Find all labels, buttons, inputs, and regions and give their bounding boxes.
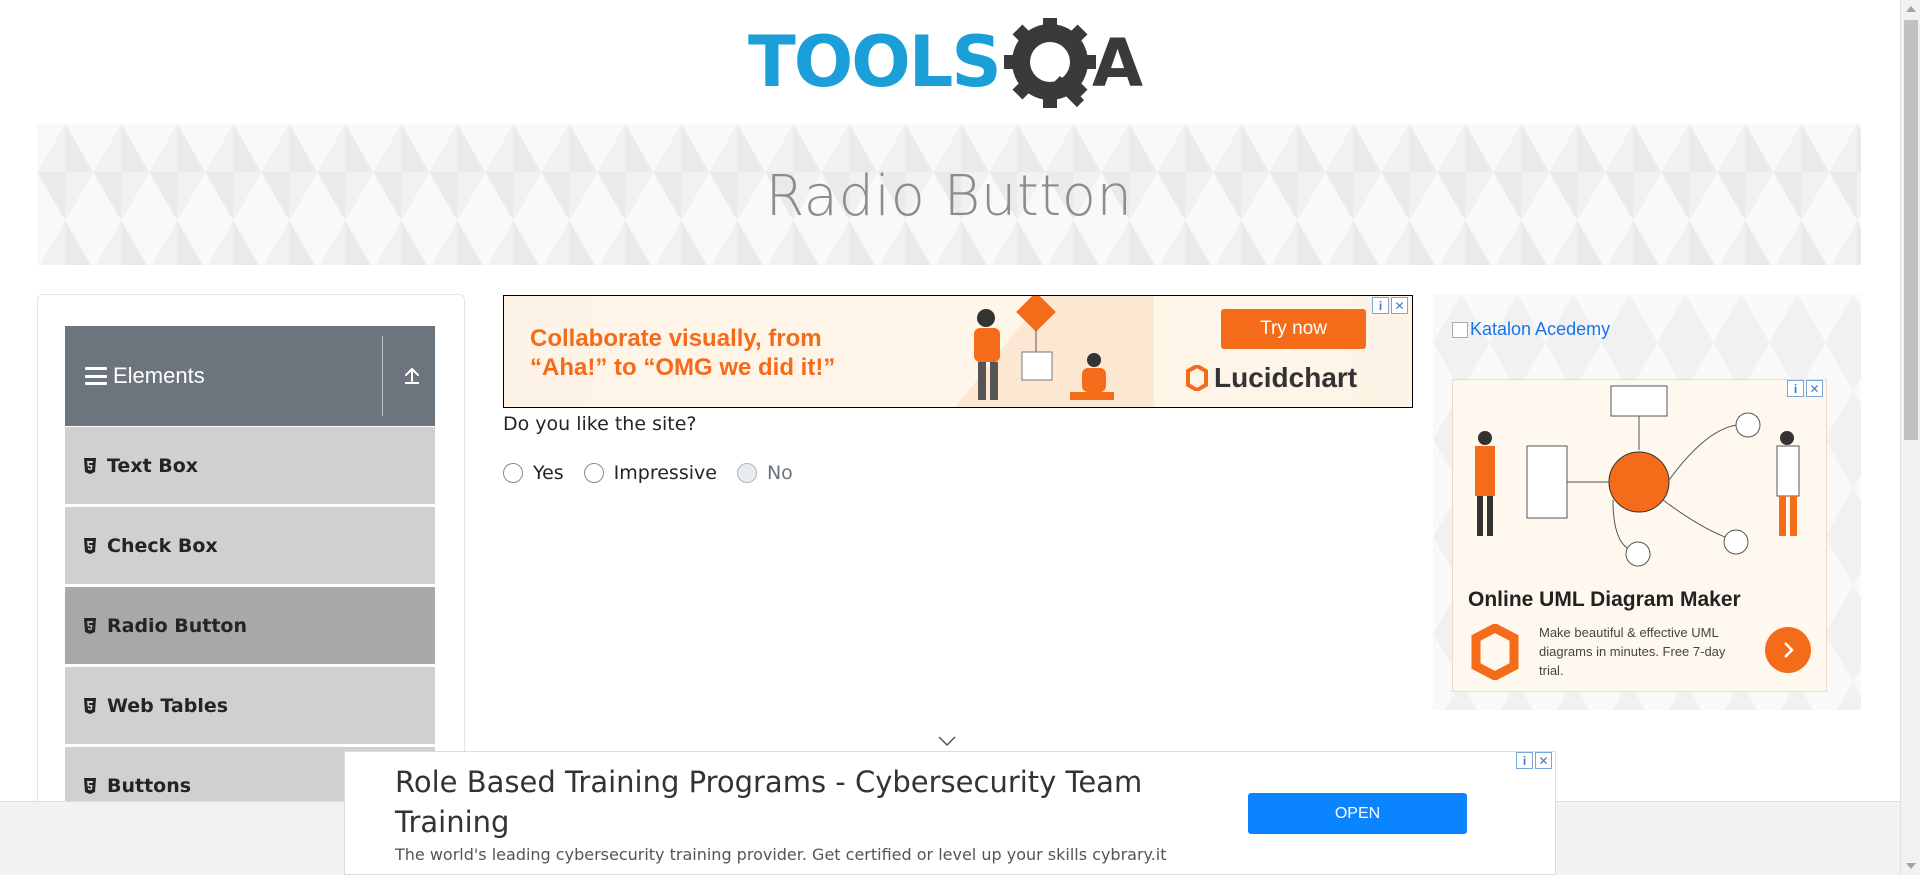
sidebar-item-text-box[interactable]: Text Box (65, 427, 435, 505)
lucidchart-ad[interactable]: Collaborate visually, from “Aha!” to “OM… (503, 295, 1413, 408)
vertical-scrollbar[interactable] (1900, 0, 1920, 875)
ad-info-icon[interactable]: i (1372, 297, 1389, 314)
bottom-ad[interactable]: Role Based Training Programs - Cybersecu… (344, 751, 1556, 875)
open-button[interactable]: OPEN (1248, 793, 1467, 834)
html5-icon (84, 697, 96, 714)
bottom-ad-subtext: The world's leading cybersecurity traini… (395, 845, 1167, 864)
html5-icon (84, 537, 96, 554)
html5-icon (84, 777, 96, 794)
menu-icon (85, 367, 107, 385)
collapse-up-icon[interactable] (402, 366, 422, 386)
radio-no: No (736, 462, 793, 484)
sidebar-item-web-tables[interactable]: Web Tables (65, 667, 435, 745)
scroll-down-icon[interactable] (1906, 863, 1916, 869)
broken-image-icon (1452, 321, 1468, 338)
ad-info-icon[interactable]: i (1516, 752, 1533, 769)
html5-icon (84, 617, 96, 634)
katalon-alt-text[interactable]: Katalon Acedemy (1470, 319, 1610, 340)
radio-circle[interactable] (503, 463, 523, 483)
html5-icon (84, 457, 96, 474)
radio-label[interactable]: Yes (533, 462, 564, 484)
ad-headline: Collaborate visually, from “Aha!” to “OM… (530, 324, 835, 382)
ad-illustration (955, 296, 1154, 407)
elements-group-header[interactable]: Elements (65, 326, 435, 426)
question-label: Do you like the site? (503, 413, 697, 435)
toolsqa-logo[interactable]: TOOLS A (748, 16, 1154, 114)
brand-name: Lucidchart (1214, 362, 1358, 393)
ad-close-icon[interactable]: ✕ (1391, 297, 1408, 314)
sidebar-item-radio-button[interactable]: Radio Button (65, 587, 435, 665)
group-title: Elements (113, 363, 205, 388)
uml-ad-title: Online UML Diagram Maker (1468, 588, 1741, 611)
radio-yes[interactable]: Yes (503, 462, 564, 484)
sidebar-item-label: Check Box (107, 534, 218, 557)
sidebar-item-label: Web Tables (107, 694, 229, 717)
scroll-thumb[interactable] (1904, 20, 1918, 440)
ad-close-icon[interactable]: ✕ (1535, 752, 1552, 769)
arrow-right-icon[interactable] (1765, 627, 1811, 673)
bottom-ad-headline: Role Based Training Programs - Cybersecu… (395, 765, 1143, 839)
radio-circle (736, 463, 757, 483)
radio-impressive[interactable]: Impressive (583, 462, 717, 484)
lucidchart-brand: Lucidchart (1186, 362, 1357, 394)
radio-circle[interactable] (583, 463, 604, 483)
uml-ad-description: Make beautiful & effective UML diagrams … (1539, 625, 1726, 678)
radio-group: Yes Impressive No (503, 462, 813, 484)
page-title: Radio Button (765, 164, 1133, 229)
ad-choices[interactable]: i ✕ (1787, 380, 1823, 397)
lucidchart-logo-icon (1471, 624, 1519, 680)
ad-headline-line1: Collaborate visually, from (530, 325, 822, 352)
sidebar-item-check-box[interactable]: Check Box (65, 507, 435, 585)
radio-label: No (766, 462, 793, 484)
page-banner: Radio Button (37, 124, 1861, 265)
header-divider (382, 336, 383, 416)
chevron-down-icon[interactable] (937, 735, 957, 747)
uml-ad[interactable]: Online UML Diagram Maker Make beautiful … (1452, 379, 1827, 692)
lucidchart-logo-icon (1186, 365, 1208, 391)
ad-choices[interactable]: i ✕ (1372, 297, 1408, 314)
sidebar-item-label: Buttons (107, 774, 192, 797)
svg-text:A: A (1092, 25, 1143, 102)
ad-choices[interactable]: i ✕ (1516, 752, 1552, 769)
try-now-button[interactable]: Try now (1221, 309, 1366, 349)
uml-ad-illustration (1475, 385, 1800, 567)
sidebar-item-label: Text Box (107, 454, 199, 477)
ad-info-icon[interactable]: i (1787, 380, 1804, 397)
svg-text:TOOLS: TOOLS (748, 21, 1000, 103)
ad-headline-line2: “Aha!” to “OMG we did it!” (530, 354, 836, 381)
sidebar-item-label: Radio Button (107, 614, 247, 637)
ad-close-icon[interactable]: ✕ (1806, 380, 1823, 397)
katalon-academy-link[interactable]: Katalon Acedemy (1452, 319, 1610, 340)
scroll-up-icon[interactable] (1906, 6, 1916, 12)
radio-label[interactable]: Impressive (614, 462, 717, 484)
